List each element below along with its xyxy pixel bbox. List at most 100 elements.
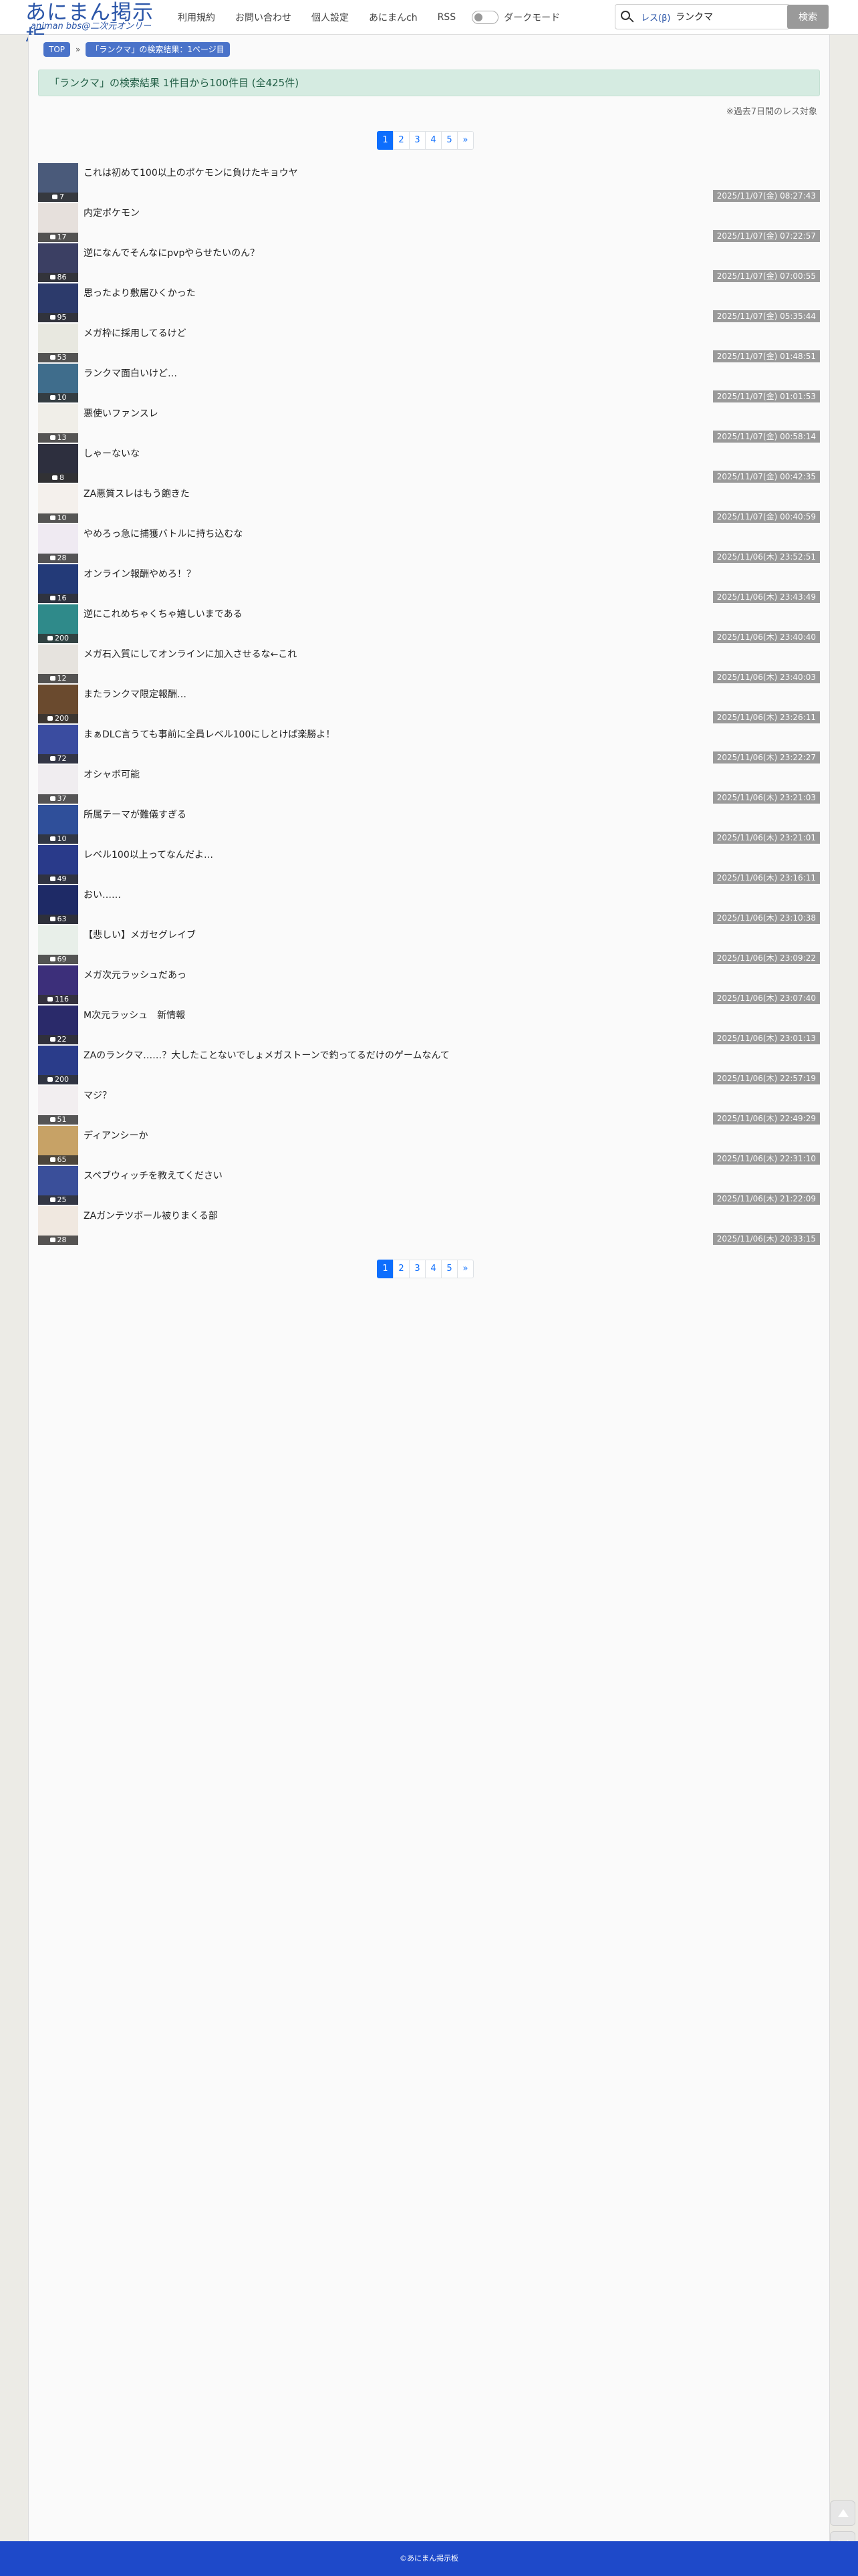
thread-title-link[interactable]: しゃーないな xyxy=(84,447,140,460)
page-link-5[interactable]: 5 xyxy=(441,131,458,150)
page-link-3[interactable]: 3 xyxy=(409,1260,426,1278)
thread-thumbnail[interactable]: 17 xyxy=(38,203,78,242)
thread-thumbnail[interactable]: 22 xyxy=(38,1006,78,1044)
thread-row[interactable]: 200 ZAのランクマ……？大したことないでしょメガストーンで釣ってるだけのゲーム… xyxy=(38,1044,820,1084)
thread-title-link[interactable]: まぁDLC言うても事前に全員レベル100にしとけば楽勝よ！ xyxy=(84,727,335,741)
thread-row[interactable]: 51 マジ？ 2025/11/06(木) 22:49:29 xyxy=(38,1084,820,1125)
next-page-link[interactable]: » xyxy=(457,1260,474,1278)
thread-row[interactable]: 25 スペブウィッチを教えてください 2025/11/06(木) 21:22:09 xyxy=(38,1165,820,1205)
thread-row[interactable]: 200 またランクマ限定報酬… 2025/11/06(木) 23:26:11 xyxy=(38,683,820,723)
thread-thumbnail[interactable]: 37 xyxy=(38,765,78,804)
thread-row[interactable]: 65 ディアンシーか 2025/11/06(木) 22:31:10 xyxy=(38,1125,820,1165)
thread-row[interactable]: 12 メガ石入質にしてオンラインに加入させるな←これ 2025/11/06(木) 2… xyxy=(38,643,820,683)
thread-title-link[interactable]: メガ枠に採用してるけど xyxy=(84,326,186,340)
thread-title-link[interactable]: レベル100以上ってなんだよ… xyxy=(84,848,213,861)
search-button[interactable]: 検索 xyxy=(787,5,829,29)
thread-row[interactable]: 53 メガ枠に採用してるけど 2025/11/07(金) 01:48:51 xyxy=(38,322,820,362)
thread-row[interactable]: 63 おい…… 2025/11/06(木) 23:10:38 xyxy=(38,884,820,924)
thread-row[interactable]: 116 メガ次元ラッシュだあっ 2025/11/06(木) 23:07:40 xyxy=(38,964,820,1004)
page-link-4[interactable]: 4 xyxy=(425,131,442,150)
thread-title-link[interactable]: オンライン報酬やめろ！？ xyxy=(84,567,196,580)
thread-thumbnail[interactable]: 25 xyxy=(38,1166,78,1205)
thread-title-link[interactable]: 悪使いファンスレ xyxy=(84,406,158,420)
thread-thumbnail[interactable]: 10 xyxy=(38,364,78,402)
thread-title-link[interactable]: メガ次元ラッシュだあっ xyxy=(84,968,186,981)
nav-animanch-link[interactable]: あにまんch xyxy=(369,11,418,24)
next-page-link[interactable]: » xyxy=(457,131,474,150)
thread-thumbnail[interactable]: 86 xyxy=(38,243,78,282)
thread-title-link[interactable]: マジ？ xyxy=(84,1088,112,1102)
thread-thumbnail[interactable]: 13 xyxy=(38,404,78,443)
thread-row[interactable]: 95 思ったより敷居ひくかった 2025/11/07(金) 05:35:44 xyxy=(38,282,820,322)
thread-thumbnail[interactable]: 10 xyxy=(38,484,78,523)
thread-title-link[interactable]: 思ったより敷居ひくかった xyxy=(84,286,196,300)
thread-title-link[interactable]: 逆にこれめちゃくちゃ嬉しいまである xyxy=(84,607,243,620)
thread-thumbnail[interactable]: 49 xyxy=(38,845,78,884)
thread-thumbnail[interactable]: 72 xyxy=(38,725,78,764)
thread-title-link[interactable]: おい…… xyxy=(84,888,121,901)
thread-title-link[interactable]: やめろっ急に捕獲バトルに持ち込むな xyxy=(84,527,243,540)
thread-thumbnail[interactable]: 116 xyxy=(38,965,78,1004)
thread-title-link[interactable]: オシャボ可能 xyxy=(84,768,140,781)
site-logo[interactable]: あにまん掲示板 animan bbs@二次元オンリー xyxy=(25,0,166,50)
thread-row[interactable]: 10 ランクマ面白いけど… 2025/11/07(金) 01:01:53 xyxy=(38,362,820,402)
thread-thumbnail[interactable]: 12 xyxy=(38,645,78,683)
nav-rss-link[interactable]: RSS xyxy=(438,12,456,23)
thread-thumbnail[interactable]: 51 xyxy=(38,1086,78,1125)
dark-mode-switch[interactable] xyxy=(472,11,499,24)
page-link-2[interactable]: 2 xyxy=(393,131,410,150)
breadcrumb-top-link[interactable]: TOP xyxy=(43,42,71,57)
thread-row[interactable]: 10 所属テーマが難儀すぎる 2025/11/06(木) 23:21:01 xyxy=(38,804,820,844)
thread-thumbnail[interactable]: 200 xyxy=(38,685,78,723)
thread-row[interactable]: 13 悪使いファンスレ 2025/11/07(金) 00:58:14 xyxy=(38,402,820,443)
thread-thumbnail[interactable]: 8 xyxy=(38,444,78,483)
thread-title-link[interactable]: 逆になんでそんなにpvpやらせたいのん？ xyxy=(84,246,259,259)
thread-title-link[interactable]: ランクマ面白いけど… xyxy=(84,366,177,380)
thread-title-link[interactable]: スペブウィッチを教えてください xyxy=(84,1169,223,1182)
thread-title-link[interactable]: またランクマ限定報酬… xyxy=(84,687,186,701)
thread-title-link[interactable]: ZAのランクマ……？大したことないでしょメガストーンで釣ってるだけのゲームなんて xyxy=(84,1048,450,1062)
scroll-to-top-button[interactable] xyxy=(830,2500,855,2526)
page-link-3[interactable]: 3 xyxy=(409,131,426,150)
thread-row[interactable]: 8 しゃーないな 2025/11/07(金) 00:42:35 xyxy=(38,443,820,483)
thread-row[interactable]: 7 これは初めて100以上のポケモンに負けたキョウヤ 2025/11/07(金) 0… xyxy=(38,162,820,202)
thread-title-link[interactable]: 内定ポケモン xyxy=(84,206,140,219)
thread-thumbnail[interactable]: 200 xyxy=(38,1046,78,1084)
thread-row[interactable]: 200 逆にこれめちゃくちゃ嬉しいまである 2025/11/06(木) 23:40:… xyxy=(38,603,820,643)
thread-row[interactable]: 10 ZA悪質スレはもう飽きた 2025/11/07(金) 00:40:59 xyxy=(38,483,820,523)
breadcrumb-current[interactable]: 「ランクマ」の検索結果：1ページ目 xyxy=(86,42,230,57)
nav-terms-link[interactable]: 利用規約 xyxy=(178,11,215,24)
page-link-1[interactable]: 1 xyxy=(377,131,394,150)
thread-title-link[interactable]: ZAガンテツボール被りまくる部 xyxy=(84,1209,218,1222)
thread-thumbnail[interactable]: 7 xyxy=(38,163,78,202)
thread-thumbnail[interactable]: 28 xyxy=(38,1206,78,1245)
thread-title-link[interactable]: M次元ラッシュ 新情報 xyxy=(84,1008,185,1022)
thread-row[interactable]: 72 まぁDLC言うても事前に全員レベル100にしとけば楽勝よ！ 2025/11/0… xyxy=(38,723,820,764)
thread-row[interactable]: 28 やめろっ急に捕獲バトルに持ち込むな 2025/11/06(木) 23:52:5… xyxy=(38,523,820,563)
thread-row[interactable]: 69 【悲しい】メガセグレイブ 2025/11/06(木) 23:09:22 xyxy=(38,924,820,964)
thread-title-link[interactable]: 【悲しい】メガセグレイブ xyxy=(84,928,196,941)
page-link-5[interactable]: 5 xyxy=(441,1260,458,1278)
thread-thumbnail[interactable]: 28 xyxy=(38,524,78,563)
thread-row[interactable]: 16 オンライン報酬やめろ！？ 2025/11/06(木) 23:43:49 xyxy=(38,563,820,603)
thread-row[interactable]: 49 レベル100以上ってなんだよ… 2025/11/06(木) 23:16:11 xyxy=(38,844,820,884)
thread-thumbnail[interactable]: 63 xyxy=(38,885,78,924)
thread-title-link[interactable]: ZA悪質スレはもう飽きた xyxy=(84,487,190,500)
thread-title-link[interactable]: これは初めて100以上のポケモンに負けたキョウヤ xyxy=(84,166,298,179)
nav-contact-link[interactable]: お問い合わせ xyxy=(235,11,291,24)
thread-thumbnail[interactable]: 200 xyxy=(38,604,78,643)
thread-thumbnail[interactable]: 16 xyxy=(38,564,78,603)
thread-row[interactable]: 17 内定ポケモン 2025/11/07(金) 07:22:57 xyxy=(38,202,820,242)
thread-title-link[interactable]: ディアンシーか xyxy=(84,1129,148,1142)
thread-thumbnail[interactable]: 53 xyxy=(38,324,78,362)
search-mode-selector[interactable]: レス(β) xyxy=(638,11,676,23)
nav-settings-link[interactable]: 個人設定 xyxy=(311,11,349,24)
thread-row[interactable]: 86 逆になんでそんなにpvpやらせたいのん？ 2025/11/07(金) 07:0… xyxy=(38,242,820,282)
page-link-2[interactable]: 2 xyxy=(393,1260,410,1278)
dark-mode-toggle[interactable]: ダークモード xyxy=(472,11,560,24)
page-link-4[interactable]: 4 xyxy=(425,1260,442,1278)
thread-thumbnail[interactable]: 69 xyxy=(38,925,78,964)
thread-title-link[interactable]: メガ石入質にしてオンラインに加入させるな←これ xyxy=(84,647,297,661)
thread-row[interactable]: 28 ZAガンテツボール被りまくる部 2025/11/06(木) 20:33:15 xyxy=(38,1205,820,1245)
thread-title-link[interactable]: 所属テーマが難儀すぎる xyxy=(84,808,186,821)
